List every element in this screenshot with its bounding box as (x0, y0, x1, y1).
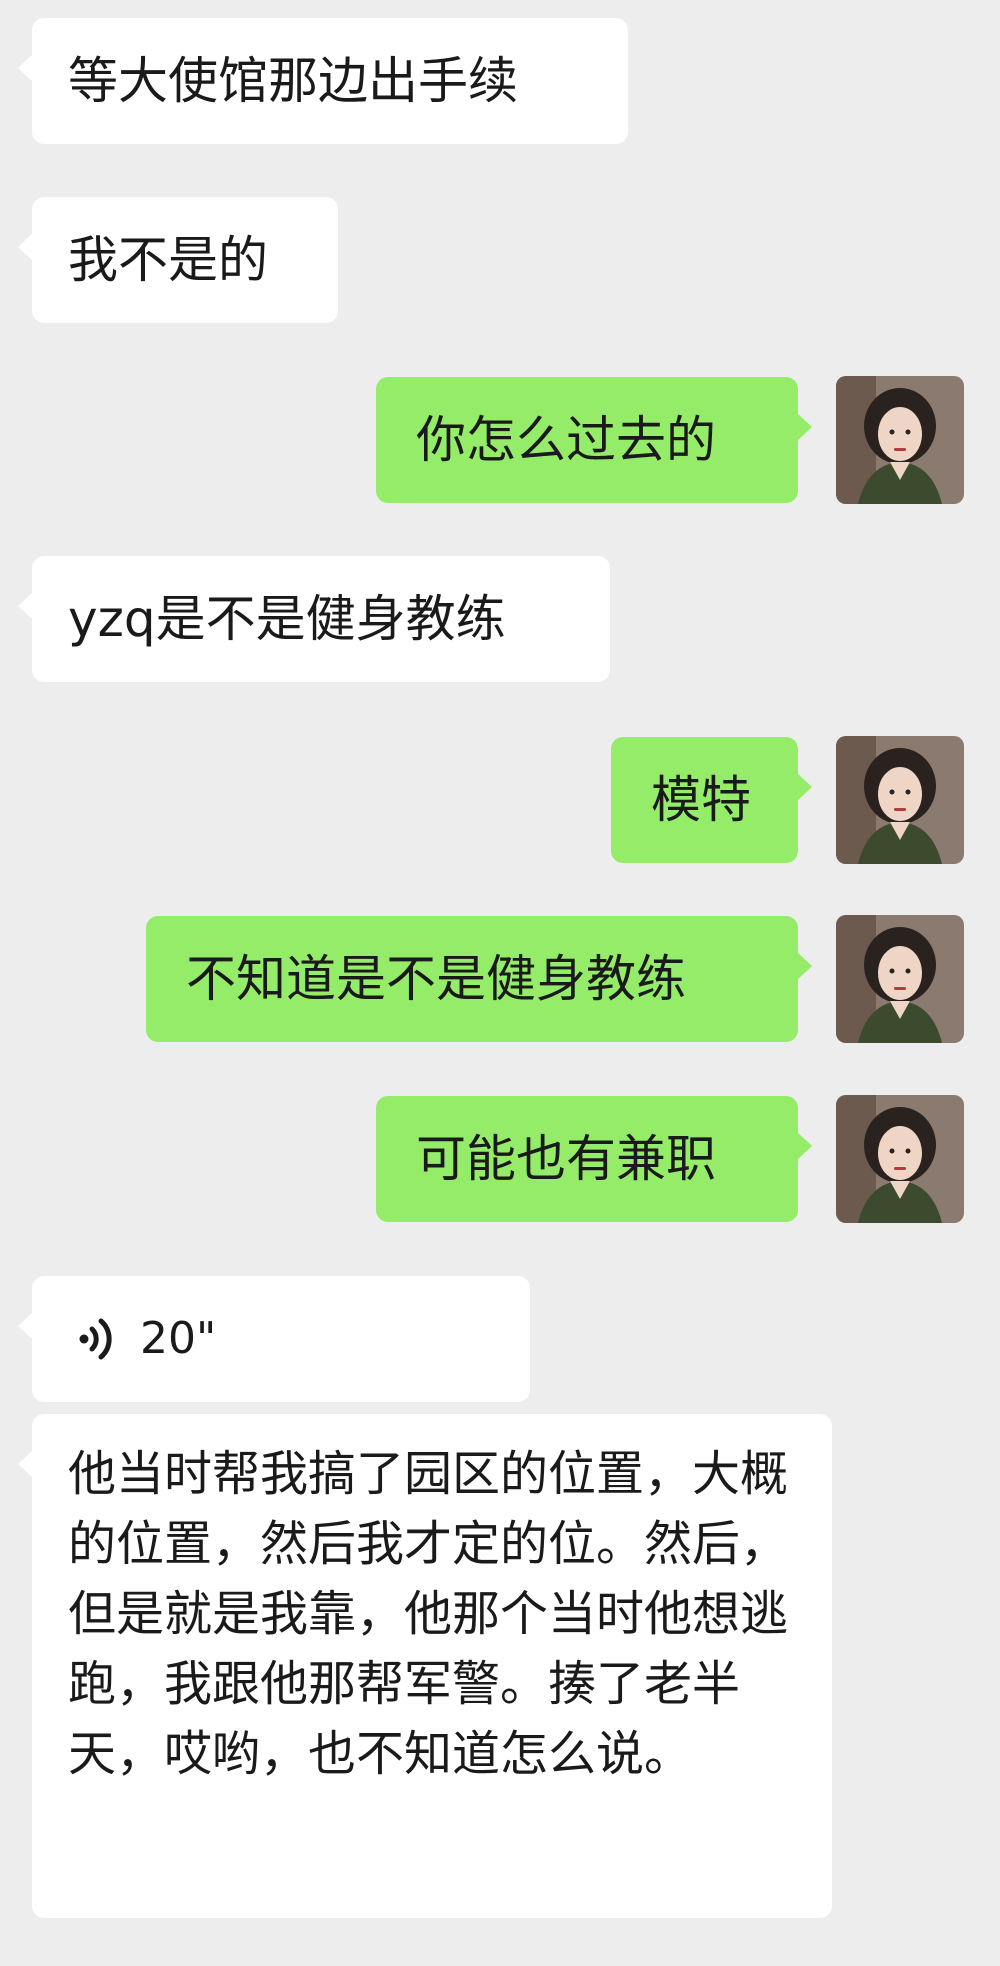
incoming-message-bubble[interactable]: yzq是不是健身教练 (18, 556, 610, 682)
outgoing-message-bubble[interactable]: 模特 (611, 737, 812, 863)
outgoing-message-bubble[interactable]: 你怎么过去的 (376, 377, 812, 503)
outgoing-message-bubble[interactable]: 不知道是不是健身教练 (146, 916, 812, 1042)
incoming-message-bubble[interactable]: 等大使馆那边出手续 (18, 18, 628, 144)
voice-message-row: 20" (70, 1276, 530, 1402)
voice-duration: 20" (140, 1313, 217, 1364)
message-text: 我不是的 (68, 231, 268, 289)
message-text: 模特 (651, 771, 751, 829)
message-text: 可能也有兼职 (416, 1130, 716, 1188)
incoming-message-bubble[interactable]: 他当时帮我搞了园区的位置，大概的位置，然后我才定的位。然后，但是就是我靠，他那个… (18, 1414, 832, 1918)
incoming-message-bubble[interactable]: 我不是的 (18, 197, 338, 323)
outgoing-message-bubble[interactable]: 可能也有兼职 (376, 1096, 812, 1222)
user-avatar[interactable] (836, 915, 964, 1043)
user-avatar[interactable] (836, 736, 964, 864)
user-avatar[interactable] (836, 1095, 964, 1223)
message-text: 他当时帮我搞了园区的位置，大概的位置，然后我才定的位。然后，但是就是我靠，他那个… (68, 1446, 789, 1782)
message-text: 你怎么过去的 (416, 411, 716, 469)
message-text: yzq是不是健身教练 (68, 590, 506, 648)
voice-message-bubble[interactable]: 20" (18, 1276, 530, 1402)
voice-wave-icon (70, 1311, 126, 1367)
message-text: 等大使馆那边出手续 (68, 52, 518, 110)
message-text: 不知道是不是健身教练 (186, 950, 686, 1008)
user-avatar[interactable] (836, 376, 964, 504)
